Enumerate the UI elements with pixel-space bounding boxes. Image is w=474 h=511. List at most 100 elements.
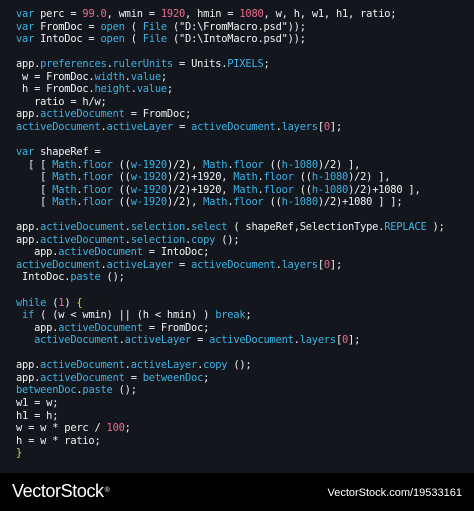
code-line: app.activeDocument.selection.select ( sh… [16,221,445,234]
code-token: app. [16,321,59,334]
code-line: activeDocument.activeLayer = activeDocum… [16,334,445,347]
code-token: app. [16,221,41,234]
code-token: )/2)+1920, [166,171,234,184]
code-token: w = FromDoc. [16,70,95,83]
code-token: floor [82,183,113,196]
code-line: } [16,447,445,460]
code-token: activeDocument [40,371,125,384]
code-token: w-1920 [130,196,167,209]
code-token: (( [112,196,131,209]
code-token: ( [124,20,143,33]
code-token: floor [263,183,294,196]
code-token: floor [233,196,264,209]
code-token: activeDocument [58,321,143,334]
code-token: copy [191,233,216,246]
code-token: rulerUnits [112,58,174,71]
code-token: (); [215,233,240,246]
code-token: floor [82,158,113,171]
code-token: activeDocument [40,359,125,372]
code-token: activeDocument [40,108,125,121]
code-token: layers [299,334,336,347]
code-token: value [136,83,167,96]
code-token: (( [112,183,131,196]
code-token: (); [100,271,125,284]
code-line: ​ [16,46,445,59]
code-token: activeDocument [191,258,276,271]
code-token: selection [130,221,186,234]
code-line: h = w * ratio; [16,435,445,448]
code-token: activeLayer [130,359,198,372]
code-token: w1 = w; [16,396,59,409]
code-line: app.activeDocument.selection.copy (); [16,234,445,247]
code-token: h-1080 [281,196,318,209]
code-token: Math [233,171,258,184]
code-token: h-1080 [281,158,318,171]
code-token: ; [203,371,210,384]
code-token: floor [263,171,294,184]
code-line: ​ [16,347,445,360]
code-token: h = FromDoc. [16,83,95,96]
code-token: paste [82,384,113,397]
code-token: (( [263,196,282,209]
code-token: Math [52,171,77,184]
code-line: [ Math.floor ((w-1920)/2)+1920, Math.flo… [16,171,445,184]
code-token: layers [281,120,318,133]
code-line: w1 = w; [16,397,445,410]
code-token: = FromDoc; [124,108,192,121]
code-token: copy [203,359,228,372]
code-token: , w, h, w1, h1, ratio; [263,8,397,20]
code-token: w-1920 [130,158,167,171]
code-line: ​ [16,133,445,146]
code-token: app. [16,108,41,121]
code-line: w = w * perc / 100; [16,422,445,435]
code-token: Math [52,158,77,171]
code-token: floor [82,171,113,184]
code-token: ; [166,83,173,96]
code-token: open [100,33,125,46]
code-token: (( [293,171,312,184]
code-token: (); [112,384,137,397]
code-line: h1 = h; [16,410,445,423]
code-token: width [94,70,125,83]
code-token: select [191,221,228,234]
code-token: while [16,296,47,309]
registered-mark: ® [104,487,110,494]
code-token: Math [203,196,228,209]
code-token: ]; [348,334,361,347]
code-token: activeLayer [106,258,174,271]
code-token: activeDocument [191,120,276,133]
code-line: betweenDoc.paste (); [16,384,445,397]
code-token: perc = [34,8,83,20]
code-line: ratio = h/w; [16,96,445,109]
code-token: (( [112,158,131,171]
code-token: activeDocument [58,246,143,259]
code-token: break [215,309,246,322]
vectorstock-logo: VectorStock® [12,480,110,502]
code-token: activeDocument [16,120,101,133]
code-line: if ( (w < wmin) || (h < hmin) ) break; [16,309,445,322]
code-line: [ Math.floor ((w-1920)/2)+1920, Math.flo… [16,184,445,197]
code-token: floor [82,196,113,209]
code-token: layers [281,258,318,271]
code-token: IntoDoc = [34,33,101,46]
code-token: betweenDoc [142,371,204,384]
code-line: ​ [16,209,445,222]
code-token: { [76,296,83,309]
code-token: paste [70,271,101,284]
code-token: w-1920 [130,183,167,196]
code-token: (( [263,158,282,171]
code-line: ​ [16,284,445,297]
code-token: = [172,120,192,133]
code-token: 1920 [160,8,186,20]
code-line: app.activeDocument.activeLayer.copy (); [16,359,445,372]
code-token: ; [124,422,131,435]
code-token: var [16,33,35,46]
code-token: 1080 [239,8,264,20]
code-token: if [22,309,35,322]
code-token: [ [16,183,53,196]
code-token: = Units. [172,58,228,71]
code-token: [ [16,196,53,209]
code-token: h1 = h; [16,409,59,422]
code-line: [ Math.floor ((w-1920)/2), Math.floor ((… [16,196,445,209]
